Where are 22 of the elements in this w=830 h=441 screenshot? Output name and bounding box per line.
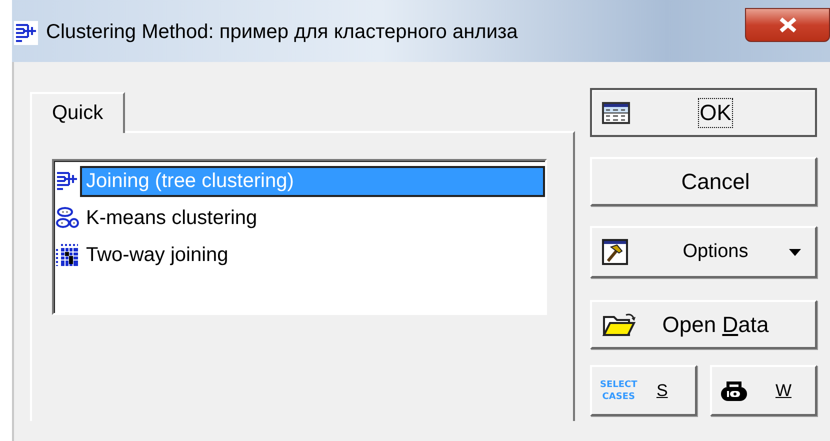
close-button[interactable] xyxy=(745,8,830,42)
weight-icon xyxy=(720,380,748,402)
select-cases-button[interactable]: SELECT CASES S xyxy=(590,365,697,416)
dropdown-caret-icon xyxy=(789,248,801,256)
close-icon xyxy=(778,17,798,33)
cluster-blobs-icon xyxy=(56,206,80,230)
grid-matrix-icon xyxy=(56,244,80,268)
cancel-button[interactable]: Cancel xyxy=(590,157,817,206)
ok-button[interactable]: OK xyxy=(590,88,817,137)
table-icon xyxy=(602,102,630,124)
list-item[interactable]: Two-way joining xyxy=(82,242,232,269)
dendrogram-icon xyxy=(14,21,38,45)
folder-icon xyxy=(602,310,638,338)
select-cases-icon: SELECT CASES xyxy=(600,378,638,402)
weight-button[interactable]: W xyxy=(710,365,817,416)
method-list[interactable]: Joining (tree clustering) K-means clustering Two-way joining xyxy=(52,159,547,315)
list-item[interactable]: K-means clustering xyxy=(82,205,262,232)
tab[interactable]: Quick xyxy=(30,92,126,133)
hammer-icon xyxy=(602,239,628,265)
options-button[interactable]: Options xyxy=(590,226,817,278)
window-title: Clustering Method: пример для кластерного анлиза xyxy=(46,21,519,44)
open-data-button[interactable]: Open Data xyxy=(590,300,817,349)
